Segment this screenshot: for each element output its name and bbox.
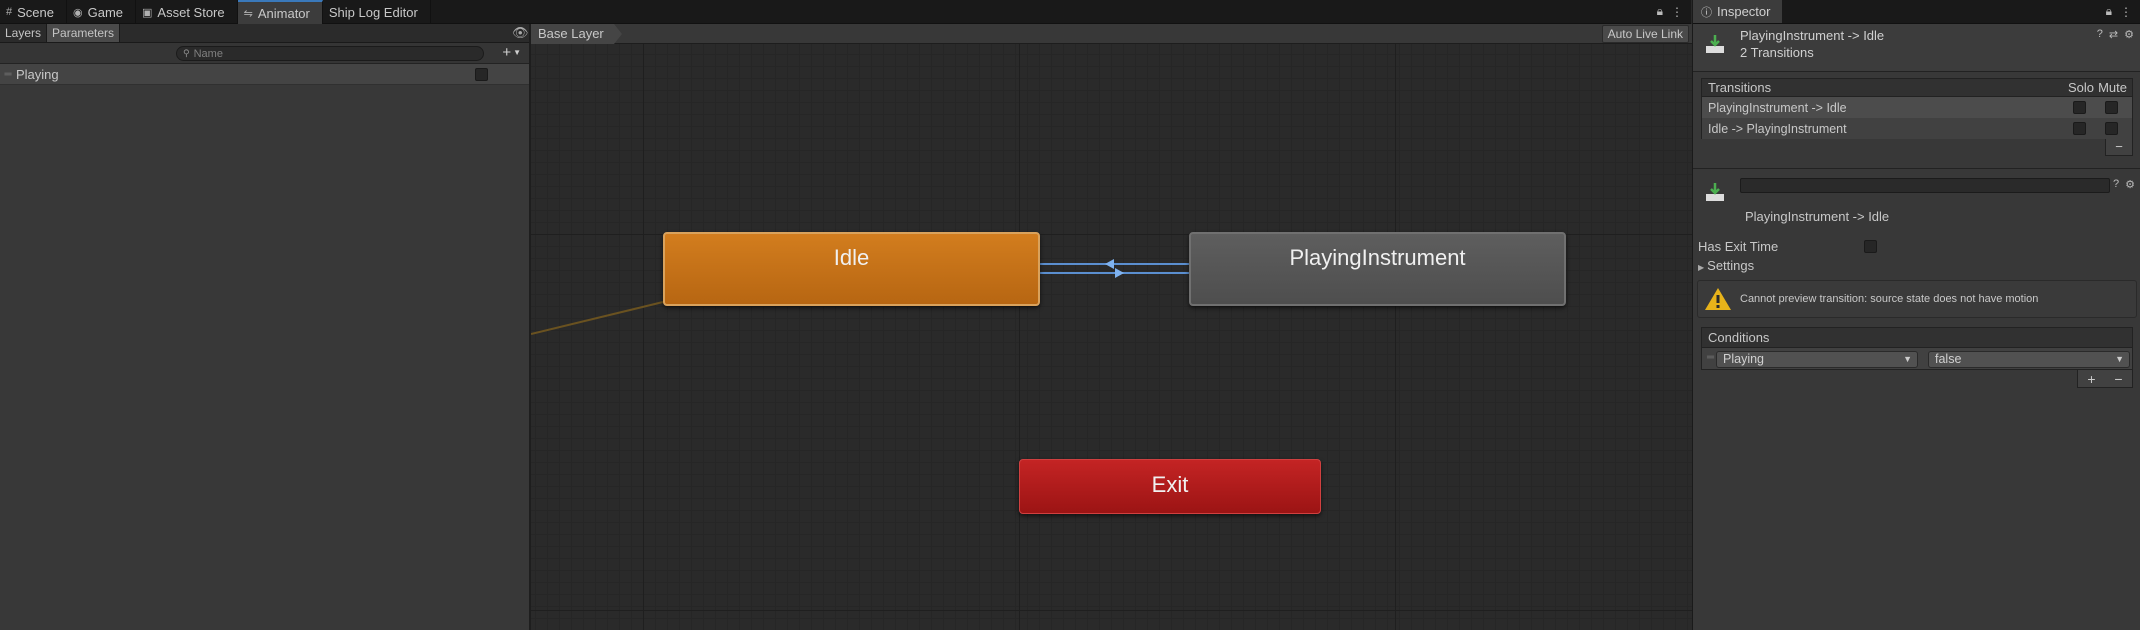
- kebab-menu-icon[interactable]: ⋮: [1671, 5, 1683, 19]
- parameter-search: ⚲: [176, 46, 484, 61]
- tab-game[interactable]: ◉ Game: [67, 0, 137, 24]
- has-exit-time-label: Has Exit Time: [1698, 239, 1779, 254]
- remove-condition-button[interactable]: −: [2114, 371, 2122, 387]
- transition-label: PlayingInstrument -> Idle: [1745, 209, 1890, 224]
- state-node-idle-label: Idle: [833, 245, 870, 270]
- transition-icon: [1706, 35, 1724, 53]
- warning-text: Cannot preview transition: source state …: [1740, 293, 2039, 305]
- transition-icon: [1706, 183, 1724, 201]
- tab-animator-label: Animator: [257, 5, 310, 21]
- state-node-exit-label: Exit: [1151, 471, 1189, 497]
- tab-inspector-label: Inspector: [1717, 4, 1771, 19]
- inspector-panel: ⓘ Inspector 🔒︎ ⋮ PlayingInstrument -> Id…: [1692, 0, 2140, 630]
- solo-checkbox[interactable]: [2073, 101, 2086, 114]
- transition-arrows: [531, 259, 1189, 335]
- transitions-list: Transitions Solo Mute PlayingInstrument …: [1701, 78, 2133, 157]
- tab-scene[interactable]: # Scene: [0, 0, 67, 24]
- drag-handle-icon[interactable]: ═: [0, 69, 16, 80]
- state-node-exit[interactable]: Exit: [1019, 459, 1321, 514]
- condition-row: ═ Playing ▼ false ▼: [1701, 348, 2133, 370]
- warning-icon: [1705, 288, 1731, 310]
- animator-icon: ⇋: [243, 7, 253, 20]
- parameter-bool-checkbox[interactable]: [475, 68, 488, 81]
- tab-ship-log-editor-label: Ship Log Editor: [328, 4, 418, 20]
- solo-checkbox[interactable]: [2073, 122, 2086, 135]
- has-exit-time-checkbox[interactable]: [1864, 240, 1877, 253]
- parameter-search-input[interactable]: [193, 47, 454, 60]
- lock-icon[interactable]: 🔒︎: [2106, 4, 2112, 19]
- arrow-right-icon: [1115, 268, 1124, 278]
- eye-icon[interactable]: 👁︎: [512, 25, 529, 41]
- bag-icon: ▣: [142, 6, 153, 19]
- settings-foldout[interactable]: ▶ Settings: [1698, 258, 1754, 273]
- chevron-right-icon: ▶: [1698, 263, 1705, 272]
- help-icon[interactable]: ?: [2097, 28, 2103, 41]
- tab-asset-store-label: Asset Store: [157, 4, 225, 20]
- gear-icon[interactable]: ⚙: [2125, 178, 2135, 191]
- caret-down-icon: ▼: [2115, 354, 2124, 364]
- mute-checkbox[interactable]: [2105, 122, 2118, 135]
- conditions-list: Conditions ═ Playing ▼ false ▼ + −: [1701, 327, 2133, 390]
- divider: [1693, 168, 2140, 169]
- tab-game-label: Game: [87, 4, 124, 20]
- transition-row-label: PlayingInstrument -> Idle: [1708, 100, 1847, 115]
- kebab-menu-icon[interactable]: ⋮: [2120, 5, 2132, 19]
- search-icon: ⚲: [183, 48, 190, 58]
- info-icon: ⓘ: [1701, 6, 1712, 19]
- conditions-header: Conditions: [1701, 327, 2133, 348]
- add-parameter-button[interactable]: + ▼: [502, 45, 521, 61]
- tab-scene-label: Scene: [17, 4, 54, 20]
- remove-transition-button[interactable]: −: [2105, 139, 2133, 156]
- state-node-playing-instrument[interactable]: PlayingInstrument: [1189, 232, 1566, 306]
- entry-transition-line: [531, 301, 664, 335]
- tab-ship-log-editor[interactable]: Ship Log Editor: [323, 0, 431, 24]
- condition-parameter-dropdown[interactable]: Playing ▼: [1716, 351, 1918, 368]
- transition-name-input[interactable]: [1740, 178, 2110, 193]
- tab-layers[interactable]: Layers: [0, 24, 48, 42]
- gamepad-icon: ◉: [73, 6, 83, 19]
- add-condition-button[interactable]: +: [2087, 371, 2095, 387]
- solo-header: Solo: [2067, 80, 2094, 95]
- parameters-toolbar: ⚲ + ▼: [0, 43, 529, 64]
- plus-icon: +: [502, 44, 512, 61]
- mute-checkbox[interactable]: [2105, 101, 2118, 114]
- transition-row[interactable]: Idle -> PlayingInstrument: [1701, 118, 2133, 139]
- tab-inspector[interactable]: ⓘ Inspector: [1693, 0, 1783, 23]
- tab-asset-store[interactable]: ▣ Asset Store: [136, 0, 238, 24]
- help-icon[interactable]: ?: [2113, 178, 2119, 191]
- drag-handle-icon[interactable]: ═: [1707, 352, 1714, 363]
- transition-row-label: Idle -> PlayingInstrument: [1708, 121, 1847, 136]
- tab-animator[interactable]: ⇋ Animator: [237, 0, 323, 24]
- transition-row[interactable]: PlayingInstrument -> Idle: [1701, 97, 2133, 118]
- editor-tab-strip: # Scene ◉ Game ▣ Asset Store ⇋ Animator …: [0, 0, 1691, 24]
- condition-buttons: + −: [2077, 370, 2133, 388]
- gear-icon[interactable]: ⚙: [2124, 28, 2134, 41]
- caret-down-icon: ▼: [513, 48, 521, 57]
- state-node-idle[interactable]: Idle: [663, 232, 1040, 306]
- tab-parameters[interactable]: Parameters: [47, 24, 121, 42]
- inspector-subtitle: 2 Transitions: [1740, 45, 1814, 60]
- parameter-row[interactable]: ═ Playing: [0, 64, 529, 85]
- transitions-list-header: Transitions Solo Mute: [1701, 78, 2133, 97]
- grid-icon: #: [6, 6, 13, 18]
- mute-header: Mute: [2098, 80, 2127, 95]
- layers-parameters-tabs: Layers Parameters: [0, 24, 529, 43]
- preset-icon[interactable]: ⇄: [2109, 28, 2118, 41]
- arrow-left-icon: [1105, 259, 1114, 269]
- settings-label: Settings: [1707, 258, 1755, 273]
- condition-value: false: [1935, 352, 1962, 366]
- animator-graph[interactable]: 👁︎ Base Layer Auto Live Link Idle Playin…: [512, 23, 1692, 630]
- state-node-playing-instrument-label: PlayingInstrument: [1289, 245, 1466, 270]
- inspector-header: PlayingInstrument -> Idle 2 Transitions …: [1693, 24, 2140, 72]
- transitions-header-label: Transitions: [1708, 80, 1772, 95]
- parameter-name: Playing: [16, 66, 59, 82]
- condition-value-dropdown[interactable]: false ▼: [1928, 351, 2130, 368]
- inspector-title: PlayingInstrument -> Idle: [1740, 28, 1885, 43]
- caret-down-icon: ▼: [1903, 354, 1912, 364]
- inspector-tab-strip: ⓘ Inspector 🔒︎ ⋮: [1693, 0, 2140, 24]
- lock-icon[interactable]: 🔒︎: [1657, 4, 1663, 19]
- parameters-panel: Layers Parameters ⚲ + ▼ ═ Playing: [0, 24, 531, 630]
- warning-box: Cannot preview transition: source state …: [1697, 280, 2137, 318]
- condition-parameter-value: Playing: [1723, 352, 1764, 366]
